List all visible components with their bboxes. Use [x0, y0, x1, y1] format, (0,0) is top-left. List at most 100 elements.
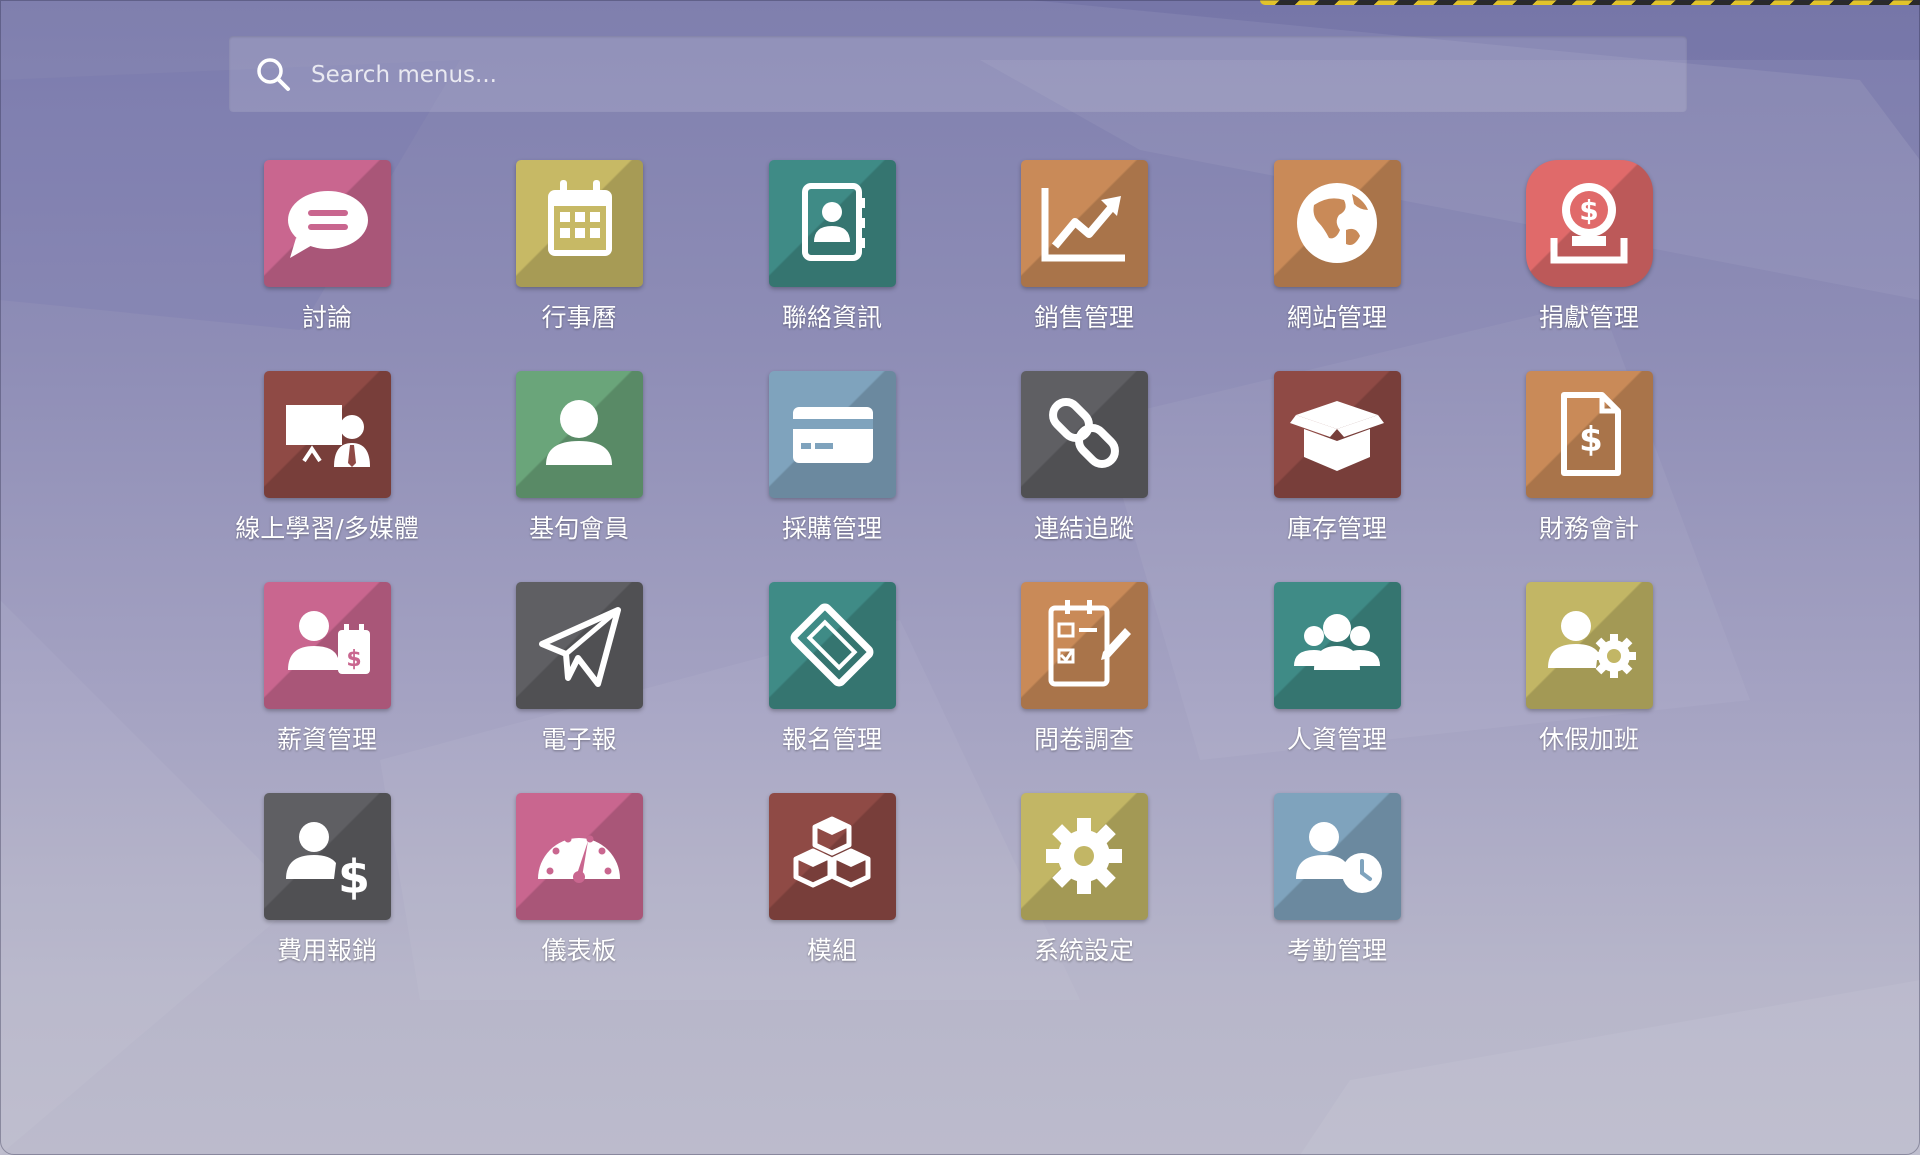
app-label: 休假加班	[1538, 725, 1639, 754]
app-label: 採購管理	[781, 514, 882, 543]
app-calendar[interactable]: 行事曆	[459, 160, 699, 360]
app-label: 討論	[301, 303, 352, 332]
app-sales[interactable]: 銷售管理	[964, 160, 1204, 360]
svg-text:$: $	[338, 850, 370, 904]
app-dashboards[interactable]: 儀表板	[459, 793, 699, 993]
app-tile	[769, 793, 896, 920]
app-hr[interactable]: 人資管理	[1217, 582, 1457, 782]
top-stripe	[1260, 0, 1920, 5]
app-expenses[interactable]: $ 費用報銷	[207, 793, 447, 993]
search-bar[interactable]	[229, 36, 1687, 112]
app-elearning[interactable]: 線上學習/多媒體	[207, 371, 447, 571]
svg-text:$: $	[1579, 420, 1603, 460]
app-tile: $	[1526, 160, 1653, 287]
app-label: 薪資管理	[276, 725, 377, 754]
app-tile	[1021, 160, 1148, 287]
app-website[interactable]: 網站管理	[1217, 160, 1457, 360]
app-attendances[interactable]: 考勤管理	[1217, 793, 1457, 993]
app-tile	[516, 160, 643, 287]
cubes-icon	[793, 816, 871, 888]
app-inventory[interactable]: 庫存管理	[1217, 371, 1457, 571]
app-label: 問卷調查	[1033, 725, 1134, 754]
app-label: 考勤管理	[1286, 936, 1387, 965]
app-label: 庫存管理	[1286, 514, 1387, 543]
globe-icon	[1297, 183, 1377, 263]
app-tile	[1274, 160, 1401, 287]
app-purchase[interactable]: 採購管理	[712, 371, 952, 571]
user-clock-icon	[1296, 822, 1382, 893]
app-label: 基旬會員	[528, 514, 629, 543]
dashboard-gauge-icon	[538, 835, 620, 883]
app-tile	[1526, 582, 1653, 709]
app-discuss[interactable]: 討論	[207, 160, 447, 360]
payroll-icon: $	[288, 611, 370, 674]
search-icon	[257, 58, 290, 91]
app-tile	[1274, 582, 1401, 709]
app-tile	[516, 371, 643, 498]
app-label: 系統設定	[1033, 936, 1134, 965]
app-tile: $	[1526, 371, 1653, 498]
chat-bubble-icon	[288, 191, 368, 258]
app-tile	[1021, 793, 1148, 920]
user-gear-icon	[1548, 611, 1636, 678]
app-label: 儀表板	[541, 936, 617, 965]
donation-coin-icon: $	[1550, 183, 1628, 264]
search-input[interactable]	[309, 52, 1663, 98]
app-events[interactable]: 報名管理	[712, 582, 952, 782]
contact-book-icon	[802, 183, 865, 261]
app-survey[interactable]: 問卷調查	[964, 582, 1204, 782]
team-icon	[1294, 614, 1380, 670]
survey-icon	[1048, 600, 1131, 687]
calendar-icon	[548, 180, 612, 256]
app-modules[interactable]: 模組	[712, 793, 952, 993]
app-label: 報名管理	[781, 725, 882, 754]
presentation-icon	[286, 405, 370, 467]
app-donation[interactable]: $ 捐獻管理	[1469, 160, 1709, 360]
expense-icon: $	[286, 822, 370, 904]
app-label: 模組	[806, 936, 857, 965]
app-tile	[1021, 371, 1148, 498]
svg-text:$: $	[346, 647, 361, 672]
app-label: 行事曆	[541, 303, 617, 332]
credit-card-icon	[793, 407, 873, 463]
app-label: 銷售管理	[1033, 303, 1134, 332]
app-time-off[interactable]: 休假加班	[1469, 582, 1709, 782]
app-tile	[516, 582, 643, 709]
app-tile	[769, 582, 896, 709]
app-label: 捐獻管理	[1538, 303, 1639, 332]
app-contacts[interactable]: 聯絡資訊	[712, 160, 952, 360]
app-label: 人資管理	[1286, 725, 1387, 754]
app-members[interactable]: 基旬會員	[459, 371, 699, 571]
svg-text:$: $	[1579, 194, 1598, 227]
box-icon	[1290, 401, 1384, 471]
app-tile: $	[264, 793, 391, 920]
app-tile	[1274, 371, 1401, 498]
invoice-icon: $	[1561, 392, 1621, 476]
app-tile	[264, 160, 391, 287]
app-settings[interactable]: 系統設定	[964, 793, 1204, 993]
app-accounting[interactable]: $ 財務會計	[1469, 371, 1709, 571]
app-label: 財務會計	[1538, 514, 1639, 543]
app-label: 連結追蹤	[1033, 514, 1134, 543]
app-label: 電子報	[541, 725, 617, 754]
app-link-tracker[interactable]: 連結追蹤	[964, 371, 1204, 571]
app-label: 聯絡資訊	[781, 303, 882, 332]
app-payroll[interactable]: $ 薪資管理	[207, 582, 447, 782]
ticket-icon	[790, 603, 874, 687]
app-tile	[264, 371, 391, 498]
app-tile	[769, 160, 896, 287]
app-tile	[516, 793, 643, 920]
gear-icon	[1046, 818, 1122, 894]
paper-plane-icon	[539, 607, 621, 687]
app-label: 網站管理	[1286, 303, 1387, 332]
trend-chart-icon	[1041, 188, 1125, 262]
app-tile	[1021, 582, 1148, 709]
app-label: 費用報銷	[276, 936, 377, 965]
app-label: 線上學習/多媒體	[235, 514, 419, 543]
app-tile	[1274, 793, 1401, 920]
member-icon	[546, 400, 612, 465]
link-icon	[1049, 398, 1119, 468]
app-tile: $	[264, 582, 391, 709]
app-newsletter[interactable]: 電子報	[459, 582, 699, 782]
app-tile	[769, 371, 896, 498]
